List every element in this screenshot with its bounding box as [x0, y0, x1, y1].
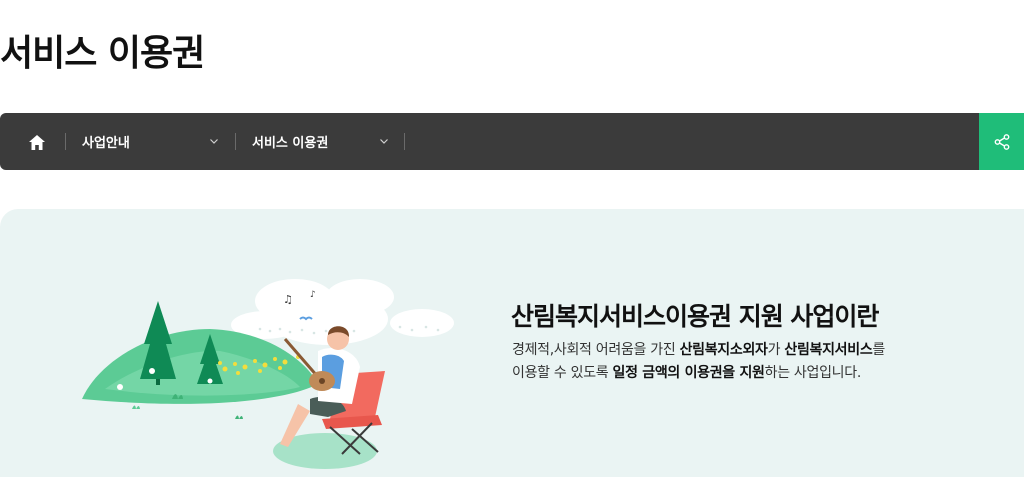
location-navbar: 사업안내 서비스 이용권	[0, 113, 1024, 170]
home-button[interactable]	[22, 130, 52, 154]
desc-highlight: 산림복지소외자	[679, 342, 768, 358]
nav-dropdown-label: 사업안내	[82, 136, 130, 151]
desc-highlight: 산림복지서비스	[784, 342, 873, 358]
desc-text: 를	[872, 342, 886, 358]
nav-divider	[404, 133, 405, 150]
banner-title: 산림복지서비스이용권 지원 사업이란	[511, 302, 879, 331]
nav-divider	[65, 133, 66, 150]
chevron-down-icon	[378, 135, 390, 147]
desc-highlight: 일정 금액의 이용권을 지원	[612, 365, 765, 381]
desc-text: 가	[767, 342, 785, 358]
svg-text:♫: ♫	[283, 293, 293, 306]
nav-dropdown-service-voucher[interactable]: 서비스 이용권	[252, 113, 392, 170]
nav-dropdown-label: 서비스 이용권	[252, 136, 329, 151]
chevron-down-icon	[208, 135, 220, 147]
desc-text: 경제적,사회적 어려움을 가진	[512, 342, 680, 358]
intro-banner: ♫ ♪ 산림복지서비스이용권 지원 사업이란 경제적,사회적 어려움을 가진 산…	[0, 209, 1024, 477]
desc-text: 이용할 수 있도록	[512, 365, 613, 381]
desc-text: 하는 사업입니다.	[764, 365, 862, 381]
nav-divider	[235, 133, 236, 150]
share-icon	[994, 133, 1009, 150]
forest-guitar-illustration: ♫ ♪	[82, 279, 454, 469]
nav-dropdown-business-info[interactable]: 사업안내	[82, 113, 222, 170]
home-icon	[29, 134, 45, 150]
page-title: 서비스 이용권	[0, 33, 205, 74]
share-button[interactable]	[979, 113, 1024, 170]
svg-text:♪: ♪	[310, 290, 316, 300]
banner-description: 경제적,사회적 어려움을 가진 산림복지소외자가 산림복지서비스를이용할 수 있…	[512, 339, 885, 385]
